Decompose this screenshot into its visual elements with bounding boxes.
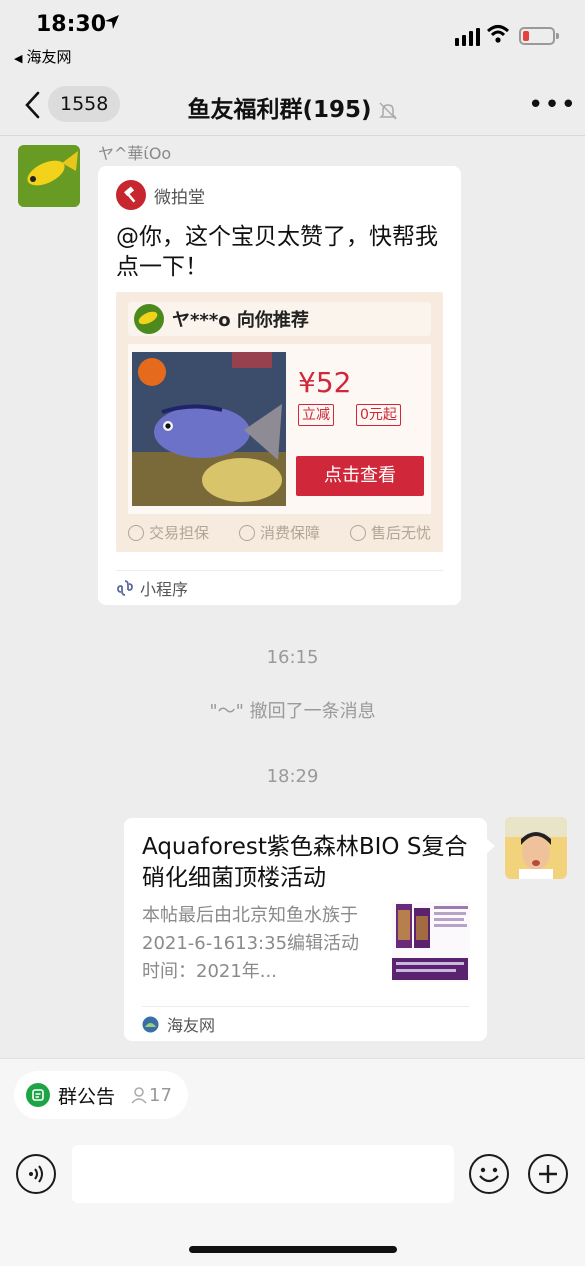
thumb-up-icon [349,524,366,541]
bottom-panel: 群公告 17 [0,1058,585,1266]
group-name: 鱼友福利群(195) [187,97,372,123]
footer-label: 海友网 [167,1016,216,1035]
group-notice-icon [26,1083,50,1107]
message-input[interactable] [72,1145,454,1203]
view-product-button[interactable]: 点击查看 [296,456,424,496]
recommend-text: ヤ***o 向你推荐 [172,310,309,331]
shield-icon [128,524,144,541]
avatar[interactable] [18,145,80,207]
more-dots-icon[interactable]: ••• [528,92,577,118]
product-price: ¥52 [298,366,352,399]
footer-label: 小程序 [140,580,189,599]
link-description: 本帖最后由北京知鱼水族于2021-6-1613:35编辑活动时间：2021年..… [142,905,360,982]
status-bar: 18:30 ◀ 海友网 [0,0,585,80]
group-notice-label: 群公告 [58,1085,116,1108]
plus-icon[interactable] [528,1154,568,1194]
chat-title: 鱼友福利群(195) [0,90,585,124]
promo-banner[interactable]: ヤ***o 向你推荐 ¥52 立减 0元起 点击查看 交易担保 消费保障 售后无… [116,292,443,552]
link-title: Aquaforest紫色森林BIO S复合硝化细菌顶楼活动 [142,834,468,891]
mini-program-card[interactable]: 微拍堂 @你，这个宝贝太赞了，快帮我点一下！ ヤ***o 向你推荐 ¥52 立减… [98,166,461,605]
guarantee-item: 售后无忧 [349,522,431,543]
back-to-app-link[interactable]: ◀ 海友网 [14,46,71,67]
timestamp: 18:29 [266,766,319,787]
product-image[interactable] [132,352,286,506]
my-avatar[interactable] [505,817,567,879]
back-app-label: 海友网 [26,48,72,66]
chat-header: 1558 鱼友福利群(195) ••• [0,80,585,136]
discount-tag: 立减 [298,404,334,426]
people-icon [131,1087,147,1104]
coin-icon [238,524,255,541]
card-divider [142,1006,469,1007]
weipaitang-logo-icon [116,180,146,210]
group-notice-button[interactable]: 群公告 17 [14,1071,188,1119]
haiyouwang-logo-icon [142,1016,159,1032]
sender-name: ヤ^華ίOo [98,144,172,163]
recommend-header: ヤ***o 向你推荐 [128,302,431,336]
notice-count: 17 [129,1085,172,1106]
battery-low-icon [519,27,559,45]
guarantee-item: 消费保障 [238,522,320,543]
link-card[interactable]: Aquaforest紫色森林BIO S复合硝化细菌顶楼活动 本帖最后由北京知鱼水… [124,818,495,1041]
recall-notice: "～" 撤回了一条消息 [209,701,376,722]
product-panel: ¥52 立减 0元起 点击查看 [128,344,431,514]
notice-count-value: 17 [149,1084,172,1106]
link-thumbnail [392,902,470,982]
timestamp: 16:15 [266,647,319,668]
card-divider [116,570,443,571]
wifi-icon [486,25,510,43]
location-arrow-icon [105,15,119,29]
signal-icon [455,28,480,46]
mini-program-icon [117,580,133,596]
status-time: 18:30 [36,12,107,37]
emoji-icon[interactable] [469,1154,509,1194]
mute-bell-icon [378,101,397,120]
card-footer: 海友网 [142,1012,215,1036]
voice-icon[interactable] [16,1154,56,1194]
recommender-avatar [134,304,164,334]
home-indicator[interactable] [189,1246,397,1253]
message-text: @你，这个宝贝太赞了，快帮我点一下！ [116,224,438,280]
start-price-tag: 0元起 [356,404,401,426]
card-footer: 小程序 [116,576,188,600]
guarantee-row: 交易担保 消费保障 售后无忧 [128,522,431,543]
guarantee-item: 交易担保 [128,522,209,543]
app-name: 微拍堂 [154,187,205,208]
back-triangle-icon: ◀ [14,52,23,65]
